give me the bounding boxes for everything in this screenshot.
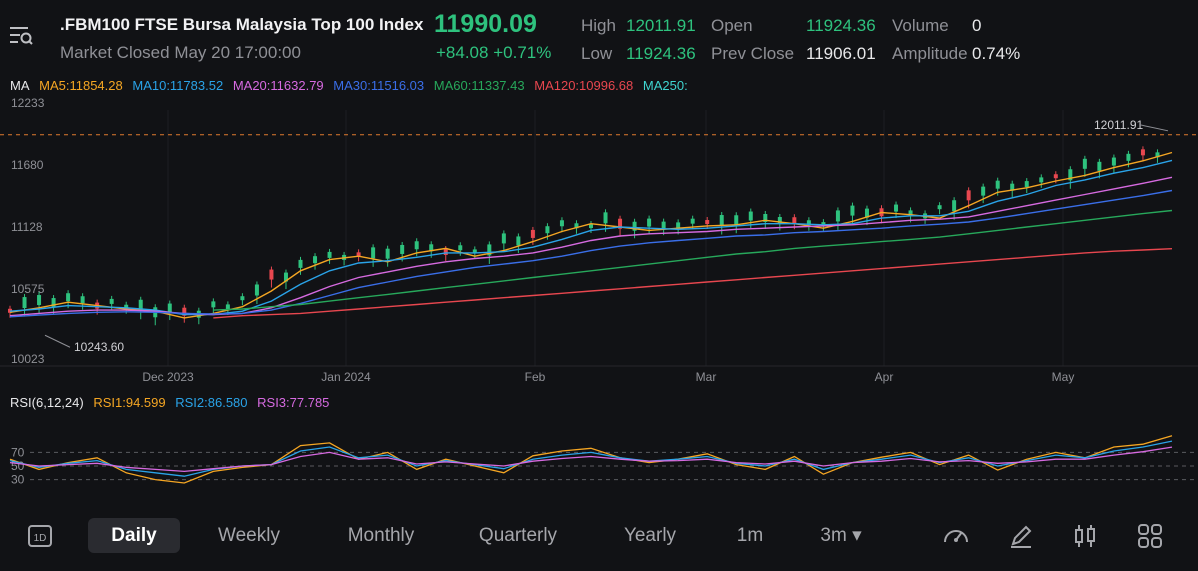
candle-body [530,229,535,238]
candle-body [705,220,710,225]
candle-body [777,217,782,225]
low-marker-label: 10243.60 [74,340,124,354]
candle-body [298,259,303,268]
low-marker-pointer [44,334,71,348]
high-marker-pointer [1139,124,1169,132]
tab-yearly[interactable]: Yearly [613,518,687,553]
speedometer-icon[interactable] [940,520,972,552]
candle-body [516,236,521,246]
candle-body [37,295,42,306]
ma-line-ma5 [9,151,1173,319]
x-tick-label: Apr [875,370,894,384]
candle-body [501,233,506,244]
candle-body [167,303,172,313]
candle-body [385,248,390,259]
candle-body [371,247,376,259]
rsi-tick-label: 30 [11,473,25,487]
candle-body [748,211,753,221]
candle-body [894,204,899,212]
candle-body [66,293,71,302]
candle-body [981,186,986,196]
candle-body [995,180,1000,189]
candle-body [458,245,463,251]
ma-line-ma30 [9,189,1173,318]
y-tick-label: 12233 [11,96,45,110]
candle-body [719,215,724,227]
candle-body [400,244,405,254]
x-tick-label: Jan 2024 [321,370,371,384]
y-tick-label: 11128 [11,220,43,234]
candle-body [240,296,245,301]
candle-body [254,284,259,296]
candle-body [1111,157,1116,166]
x-tick-label: Mar [696,370,717,384]
candle-body [647,218,652,227]
candle-body [792,217,797,224]
candle-body [313,256,318,264]
candle-body [661,221,666,229]
tab-quarterly[interactable]: Quarterly [468,518,568,553]
candle-body [952,200,957,212]
x-tick-label: Dec 2023 [142,370,194,384]
candle-body [225,304,230,310]
candle-body [1082,158,1087,169]
tab-monthly[interactable]: Monthly [336,518,426,553]
candle-body [1097,161,1102,171]
candle-body [937,205,942,210]
candle-body [1024,181,1029,188]
rsi-tick-label: 70 [11,445,25,459]
candle-body [1140,149,1145,156]
candle-body [1039,177,1044,183]
tab-daily[interactable]: Daily [88,518,180,553]
candle-body [1053,174,1058,179]
candle-body [414,241,419,250]
candle-body [835,210,840,222]
candle-body [850,205,855,216]
x-tick-label: Feb [525,370,546,384]
candle-body [211,301,216,308]
candle-body [559,220,564,227]
rsi-line-rsi3 [9,446,1173,473]
grid-menu-icon[interactable] [1134,520,1166,552]
candle-body [22,297,27,309]
draw-pen-icon[interactable] [1005,520,1037,552]
candlestick-icon[interactable] [1069,520,1101,552]
tab-3m-dropdown[interactable]: 3m ▾ [812,518,870,553]
candle-body [109,298,114,304]
tab-1m[interactable]: 1m [730,518,770,553]
intraday-1d-label: 1D [34,533,47,544]
candle-body [1126,153,1131,161]
tab-weekly[interactable]: Weekly [208,518,290,553]
y-tick-label: 10575 [11,282,45,296]
y-tick-label: 11680 [11,158,44,172]
ma-line-ma20 [9,176,1173,317]
x-tick-label: May [1052,370,1075,384]
candle-body [603,212,608,224]
candle-body [443,248,448,255]
period-toolbar: 1D Daily Weekly Monthly Quarterly Yearly… [0,510,1198,571]
candle-body [269,269,274,280]
candle-body [545,226,550,234]
high-marker-label: 12011.91 [1094,118,1143,132]
candle-body [327,251,332,258]
price-chart[interactable]: 12233 11680 11128 10575 10023 Dec 2023 Jan 202… [0,0,1198,505]
candle-body [966,190,971,201]
candle-body [734,215,739,226]
y-tick-label: 10023 [11,352,45,366]
intraday-1d-icon[interactable]: 1D [24,520,56,552]
candle-body [690,218,695,224]
candle-body [80,296,85,304]
